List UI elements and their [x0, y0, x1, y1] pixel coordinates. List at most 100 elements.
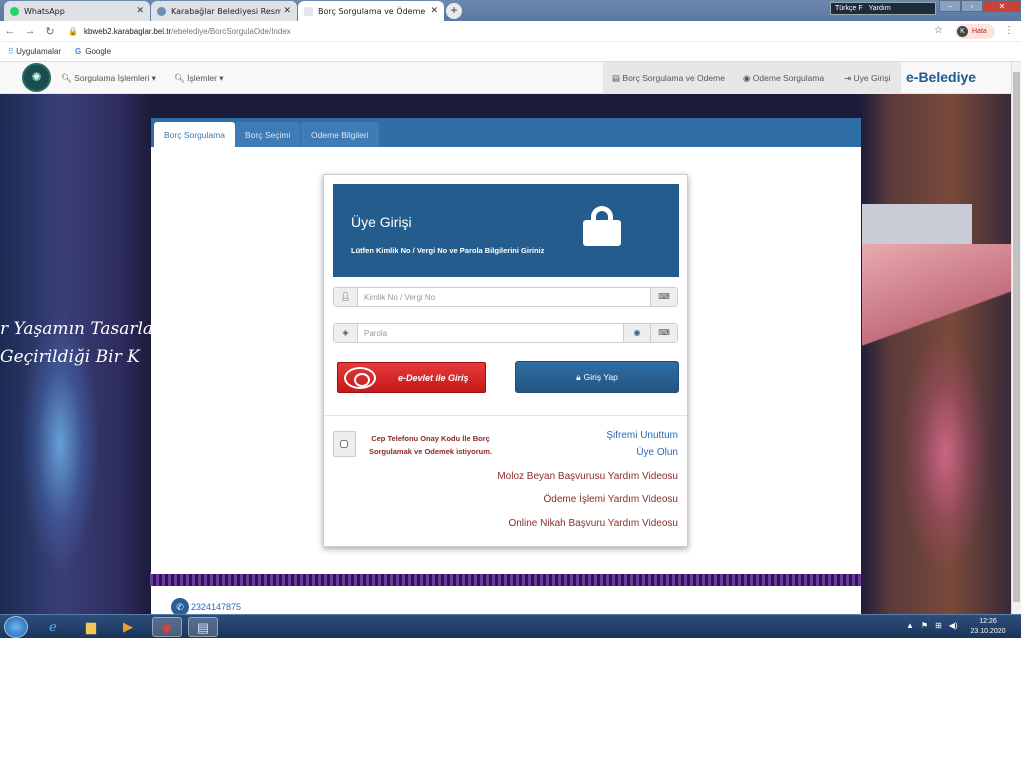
municipality-logo[interactable]: ✺: [22, 63, 51, 92]
keyboard-icon[interactable]: ⌨: [650, 288, 677, 306]
sms-checkbox-wrap: [333, 431, 356, 457]
keyboard-icon[interactable]: ⌨: [650, 324, 677, 342]
browser-tab-strip: WhatsApp ✕ Karabağlar Belediyesi Resmi W…: [0, 0, 1021, 21]
page-scrollbar[interactable]: [1011, 62, 1021, 614]
login-title: Üye Girişi: [351, 214, 412, 230]
system-tray: ▲ ⚑ ⊞ ◀): [906, 621, 958, 630]
fountain-image: [900, 334, 990, 574]
minimize-button[interactable]: –: [939, 0, 961, 12]
phone-number[interactable]: 2324147875: [191, 602, 241, 612]
edevlet-label: e-Devlet ile Giriş: [398, 372, 469, 383]
tab-karabaglar[interactable]: Karabağlar Belediyesi Resmi Web ✕: [151, 1, 297, 21]
nav-sorgulama-islemleri[interactable]: 🔍︎ Sorgulama İşlemleri ▾: [61, 73, 156, 84]
forward-icon[interactable]: →: [20, 25, 40, 37]
password-input-group: ◈ ◉ ⌨: [333, 323, 678, 343]
nav-label: Uye Girişi: [853, 73, 891, 83]
show-password-icon[interactable]: ◉: [623, 324, 650, 342]
search-icon: 🔍︎: [174, 73, 185, 83]
lock-icon: 🔒: [68, 26, 78, 36]
help-label: Yardım: [868, 5, 891, 12]
new-tab-button[interactable]: +: [446, 3, 462, 19]
word-icon[interactable]: ▤: [188, 617, 218, 637]
padlock-icon: [583, 206, 621, 246]
eye-icon: ◉: [743, 73, 751, 83]
register-link[interactable]: Üye Olun: [636, 447, 678, 458]
close-icon[interactable]: ✕: [283, 6, 291, 16]
card-icon: ▤: [612, 73, 621, 83]
lock-icon: 🔒︎: [576, 371, 581, 382]
volume-icon[interactable]: ◀): [949, 621, 958, 630]
back-icon[interactable]: ←: [0, 25, 20, 37]
language-bar[interactable]: Türkçe F Yardım: [830, 2, 936, 15]
edevlet-login-button[interactable]: e-Devlet ile Giriş: [337, 362, 486, 393]
forgot-password-link[interactable]: Şifremi Unuttum: [606, 430, 678, 441]
nav-label: Odeme Sorgulama: [752, 73, 825, 83]
tab-whatsapp[interactable]: WhatsApp ✕: [4, 1, 150, 21]
screen: WhatsApp ✕ Karabağlar Belediyesi Resmi W…: [0, 0, 1021, 638]
show-hidden-icon[interactable]: ▲: [906, 621, 914, 630]
tagline-line: Geçirildiği Bir K: [0, 347, 140, 367]
tab-title: WhatsApp: [24, 6, 65, 16]
tagline-line: r Yaşamın Tasarlan: [0, 319, 164, 339]
bookmark-label: Google: [85, 47, 112, 56]
nav-label: Borç Sorgulama ve Odeme: [622, 73, 725, 83]
video-link-odeme[interactable]: Ödeme İşlemi Yardım Videosu: [543, 494, 678, 505]
decorative-stripe: [150, 572, 861, 586]
whatsapp-icon: [10, 6, 19, 16]
sms-option-label[interactable]: Cep Telefonu Onay Kodu İle Borç Sorgulam…: [358, 432, 503, 458]
scroll-thumb[interactable]: [1013, 72, 1020, 602]
clock-time: 12:26: [979, 618, 997, 625]
nav-odeme-sorgulama[interactable]: ◉ Odeme Sorgulama: [743, 73, 824, 84]
start-button[interactable]: [4, 616, 28, 638]
video-link-moloz[interactable]: Moloz Beyan Başvurusu Yardım Videosu: [497, 471, 678, 482]
brand-e-belediye[interactable]: e-Belediye: [906, 69, 976, 85]
login-card: Üye Girişi Lütfen Kimlik No / Vergi No v…: [323, 174, 688, 547]
site-icon: [157, 6, 166, 16]
tab-borc-secimi[interactable]: Borç Seçimi: [235, 122, 301, 147]
bookmark-star-icon[interactable]: ☆: [934, 25, 943, 36]
bookmark-apps[interactable]: ⠿ Uygulamalar: [8, 47, 61, 56]
nav-label: İşlemler: [187, 73, 217, 83]
nav-borc-sorgulama[interactable]: ▤ Borç Sorgulama ve Odeme: [612, 73, 725, 84]
tab-borc-sorgulama-step[interactable]: Borç Sorgulama: [154, 122, 235, 147]
close-icon[interactable]: ✕: [136, 6, 144, 16]
password-input[interactable]: [358, 324, 623, 342]
reload-icon[interactable]: ↻: [40, 25, 60, 38]
close-icon[interactable]: ✕: [430, 6, 438, 16]
close-window-button[interactable]: ✕: [983, 0, 1021, 12]
tab-odeme-bilgileri[interactable]: Odeme Bilgileri: [301, 122, 379, 147]
site-navbar: ✺ 🔍︎ Sorgulama İşlemleri ▾ 🔍︎ İşlemler ▾…: [0, 62, 1011, 94]
eye-slash-icon: ◈: [334, 324, 358, 342]
id-input[interactable]: [358, 288, 650, 306]
login-button[interactable]: 🔒︎ Giriş Yap: [515, 361, 679, 393]
maximize-button[interactable]: ▫: [961, 0, 983, 12]
user-icon: 👤︎: [334, 288, 358, 306]
video-link-nikah[interactable]: Online Nikah Başvuru Yardım Videosu: [508, 518, 678, 529]
avatar: K: [957, 26, 968, 37]
sms-checkbox[interactable]: [340, 440, 348, 448]
apps-grid-icon: ⠿: [8, 47, 14, 56]
windows-taskbar: ℯ ▆ ▶ ◉ ▤ ▲ ⚑ ⊞ ◀) 12:26 23.10.2020: [0, 614, 1021, 638]
url-path: /ebelediye/BorcSorgulaOde/Index: [171, 26, 291, 36]
bookmark-google[interactable]: G Google: [75, 47, 111, 56]
tab-title: Borç Sorgulama ve Ödeme: [318, 6, 426, 16]
menu-dots-icon[interactable]: ⋮: [1004, 25, 1014, 36]
profile-button[interactable]: K Hata: [955, 24, 995, 39]
page-icon: [304, 6, 313, 16]
bookmarks-bar: ⠿ Uygulamalar G Google: [0, 42, 1021, 62]
address-bar[interactable]: 🔒 kbweb2.karabaglar.bel.tr/ebelediye/Bor…: [68, 27, 291, 36]
clock-date: 23.10.2020: [970, 628, 1006, 635]
tab-borc-sorgulama[interactable]: Borç Sorgulama ve Ödeme ✕: [298, 1, 444, 21]
google-icon: G: [75, 47, 82, 56]
bookmark-label: Uygulamalar: [16, 47, 61, 56]
chrome-icon[interactable]: ◉: [152, 617, 182, 637]
media-player-icon[interactable]: ▶: [113, 617, 143, 637]
folder-icon[interactable]: ▆: [76, 617, 106, 637]
nav-uye-girisi[interactable]: ⇥ Uye Girişi: [844, 73, 890, 84]
network-icon[interactable]: ⊞: [935, 621, 942, 630]
clock[interactable]: 12:26 23.10.2020: [965, 617, 1011, 637]
nav-islemler[interactable]: 🔍︎ İşlemler ▾: [174, 73, 224, 84]
flag-icon[interactable]: ⚑: [921, 621, 928, 630]
internet-explorer-icon[interactable]: ℯ: [38, 617, 68, 637]
login-label: Giriş Yap: [583, 372, 618, 382]
